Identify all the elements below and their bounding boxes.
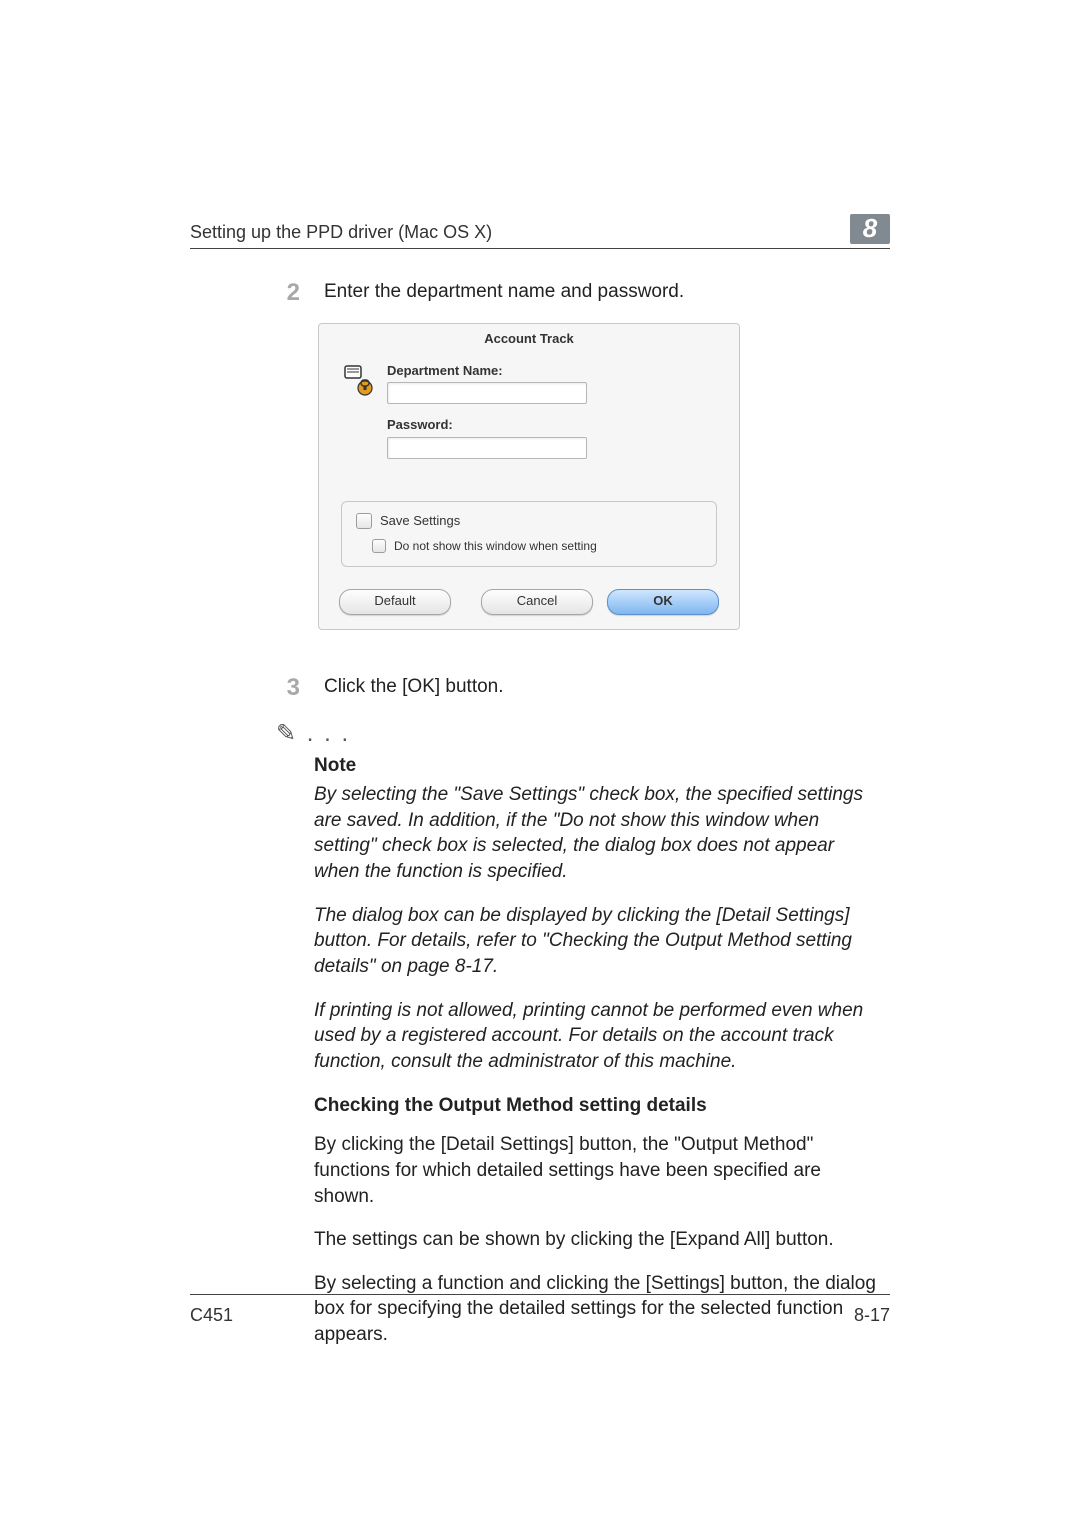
step-2: 2 Enter the department name and password… bbox=[276, 279, 890, 309]
page-footer: C451 8-17 bbox=[190, 1294, 890, 1327]
note-para-3: If printing is not allowed, printing can… bbox=[314, 998, 882, 1075]
step-number: 3 bbox=[276, 672, 300, 704]
cancel-button[interactable]: Cancel bbox=[481, 589, 593, 615]
ok-button[interactable]: OK bbox=[607, 589, 719, 615]
step-number: 2 bbox=[276, 277, 300, 309]
section-para-1: By clicking the [Detail Settings] button… bbox=[314, 1132, 882, 1209]
step-text: Enter the department name and password. bbox=[324, 279, 684, 305]
password-input[interactable] bbox=[387, 437, 587, 459]
do-not-show-checkbox[interactable] bbox=[372, 539, 386, 553]
save-settings-checkbox[interactable] bbox=[356, 513, 372, 529]
chapter-badge: 8 bbox=[850, 214, 890, 244]
dept-name-input[interactable] bbox=[387, 382, 587, 404]
subheading-output-method: Checking the Output Method setting detai… bbox=[314, 1093, 890, 1119]
save-settings-checkbox-row[interactable]: Save Settings bbox=[356, 512, 702, 530]
save-settings-label: Save Settings bbox=[380, 512, 460, 530]
dept-name-label: Department Name: bbox=[387, 362, 717, 380]
step-text: Click the [OK] button. bbox=[324, 674, 504, 700]
password-label: Password: bbox=[387, 416, 717, 434]
step-3: 3 Click the [OK] button. bbox=[276, 674, 890, 704]
do-not-show-label: Do not show this window when setting bbox=[394, 538, 597, 554]
lock-icon bbox=[341, 362, 375, 396]
section-title: Setting up the PPD driver (Mac OS X) bbox=[190, 220, 492, 244]
note-heading: Note bbox=[314, 753, 890, 779]
section-para-2: The settings can be shown by clicking th… bbox=[314, 1227, 882, 1253]
model-label: C451 bbox=[190, 1303, 233, 1327]
dialog-title: Account Track bbox=[319, 324, 739, 362]
note-icon: ✎ . . . bbox=[276, 718, 890, 750]
note-para-1: By selecting the "Save Settings" check b… bbox=[314, 782, 882, 885]
note-para-2: The dialog box can be displayed by click… bbox=[314, 903, 882, 980]
account-track-dialog: Account Track Department Name: bbox=[318, 323, 740, 629]
page-header: Setting up the PPD driver (Mac OS X) 8 bbox=[190, 214, 890, 249]
default-button[interactable]: Default bbox=[339, 589, 451, 615]
page-number: 8-17 bbox=[854, 1303, 890, 1327]
save-settings-group: Save Settings Do not show this window wh… bbox=[341, 501, 717, 567]
do-not-show-checkbox-row[interactable]: Do not show this window when setting bbox=[372, 538, 702, 554]
